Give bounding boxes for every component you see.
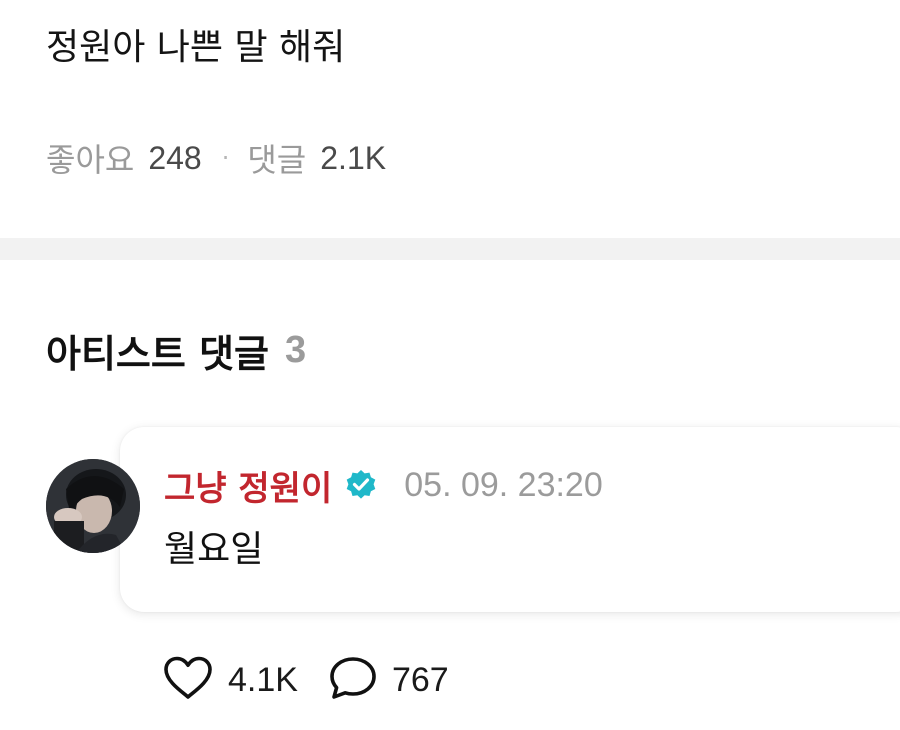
likes-label[interactable]: 좋아요 [46,135,134,181]
post-stats: 좋아요 248 · 댓글 2.1K [46,136,386,180]
speech-bubble-icon [328,655,378,705]
artist-comments-count: 3 [285,328,307,371]
comment-author-name[interactable]: 그냥 정원이 [164,461,332,510]
likes-count[interactable]: 248 [148,140,201,177]
like-button[interactable]: 4.1K [162,655,298,705]
stats-separator: · [221,144,230,172]
comment-actions: 4.1K 767 [162,654,449,706]
reply-button[interactable]: 767 [328,655,449,705]
reply-count: 767 [391,660,449,699]
avatar[interactable] [46,459,140,553]
verified-badge-icon [344,468,378,502]
section-divider [0,238,900,260]
comments-count[interactable]: 2.1K [320,140,386,177]
comments-label[interactable]: 댓글 [247,135,306,181]
like-count: 4.1K [228,660,298,699]
heart-icon [162,655,214,705]
comment-author-row: 그냥 정원이 05. 09. 23:20 [164,460,603,510]
comment-body: 월요일 [164,529,264,570]
artist-comments-title: 아티스트 댓글 [46,331,269,376]
post-title: 정원아 나쁜 말 해줘 [46,27,346,68]
artist-comment-card[interactable] [120,427,900,612]
artist-comments-heading: 아티스트 댓글 3 [46,324,306,376]
comment-timestamp: 05. 09. 23:20 [404,465,603,504]
